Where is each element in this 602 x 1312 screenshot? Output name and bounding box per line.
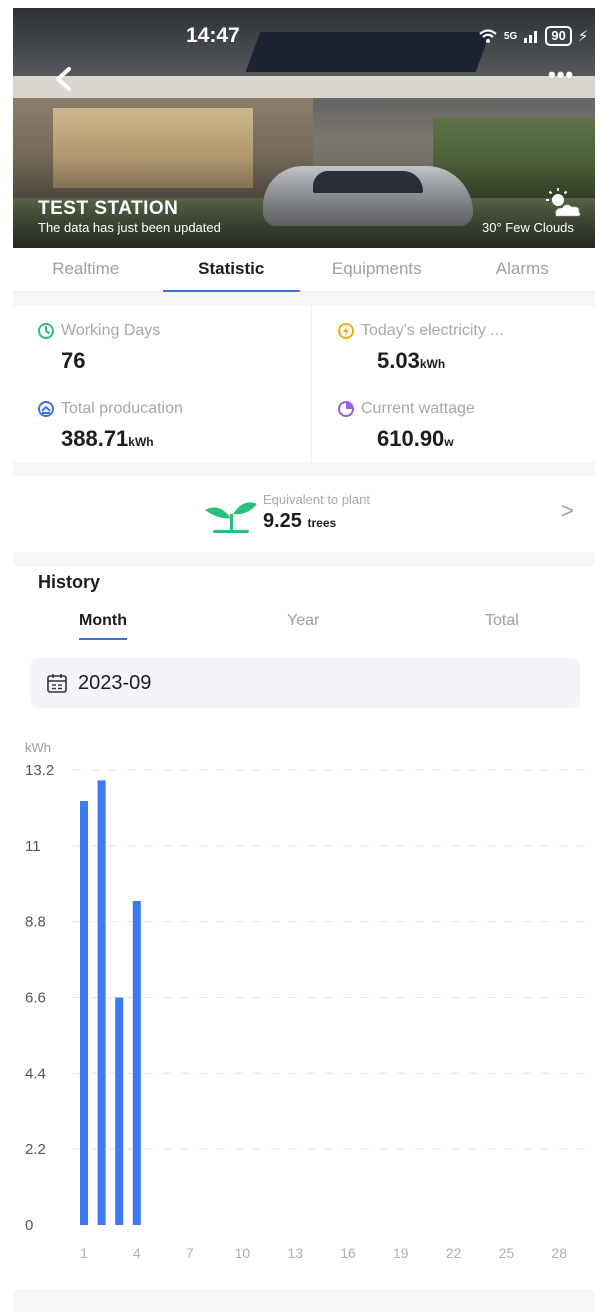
tab-realtime[interactable]: Realtime <box>13 248 159 291</box>
station-tabs: Realtime Statistic Equipments Alarms <box>13 248 595 292</box>
stat-label-row: Today's electricity ... <box>337 322 504 340</box>
stats-divider <box>311 306 312 462</box>
selected-date: 2023-09 <box>78 671 152 694</box>
x-tick-label: 10 <box>235 1245 251 1261</box>
more-options-button[interactable]: ••• <box>548 62 574 88</box>
x-tick-label: 4 <box>133 1245 141 1261</box>
bolt-icon <box>338 323 354 339</box>
stat-value: 388.71kWh <box>61 426 154 452</box>
stat-label-row: Working Days <box>37 322 160 340</box>
solar-panel-illustration <box>245 32 491 72</box>
equivalent-number: 9.25 <box>263 510 302 532</box>
stat-label: Current wattage <box>361 400 475 417</box>
stat-unit: kWh <box>128 435 154 449</box>
bar-day-1 <box>80 801 88 1225</box>
station-name: TEST STATION <box>38 198 179 219</box>
y-tick-label: 0 <box>25 1217 33 1234</box>
chevron-left-icon <box>56 67 71 91</box>
x-tick-label: 28 <box>551 1245 567 1261</box>
section-divider <box>13 292 595 306</box>
x-tick-label: 16 <box>340 1245 356 1261</box>
bar-day-3 <box>115 997 124 1225</box>
stat-label: Today's electricity ... <box>361 322 504 339</box>
stat-number: 388.71 <box>61 426 129 451</box>
stat-total-production: Total producation 388.71kWh <box>13 384 303 462</box>
history-range-tabs: Month Year Total <box>13 612 595 644</box>
stat-value: 610.90w <box>377 426 454 452</box>
stat-label: Total producation <box>61 400 183 417</box>
stats-grid: Working Days 76 Today's electricity ... … <box>13 306 595 462</box>
tab-month[interactable]: Month <box>79 612 127 640</box>
stat-working-days: Working Days 76 <box>13 306 303 384</box>
charging-icon: ⚡ <box>577 28 589 45</box>
weather-text: 30° Few Clouds <box>482 220 574 235</box>
y-tick-label: 8.8 <box>25 914 46 931</box>
chevron-right-icon: > <box>561 498 574 523</box>
stat-label-row: Total producation <box>37 400 183 418</box>
x-tick-label: 22 <box>446 1245 462 1261</box>
roof-illustration <box>13 76 595 98</box>
equivalent-trees-card[interactable]: Equivalent to plant 9.25 trees > <box>13 476 595 552</box>
tab-statistic[interactable]: Statistic <box>159 248 305 292</box>
y-tick-label: 2.2 <box>25 1141 46 1158</box>
bar-day-4 <box>132 900 141 1225</box>
equivalent-label: Equivalent to plant <box>263 492 370 507</box>
stat-number: 76 <box>61 348 86 373</box>
stat-number: 610.90 <box>377 426 445 451</box>
equivalent-value: 9.25 trees <box>263 510 336 533</box>
more-icon: ••• <box>548 62 575 87</box>
chart-svg: kWh 0 2.2 4.4 6.6 8.8 11 13.2 1 4 7 10 13 16 19 22 25 28 <box>25 740 593 1261</box>
stat-unit: kWh <box>419 357 446 371</box>
x-tick-label: 19 <box>393 1245 409 1261</box>
x-tick-label: 1 <box>80 1245 88 1261</box>
y-tick-label: 6.6 <box>25 990 46 1007</box>
tab-equipments[interactable]: Equipments <box>304 248 450 291</box>
update-status: The data has just been updated <box>38 220 221 235</box>
equivalent-unit: trees <box>307 516 337 530</box>
history-bar-chart: kWh 0 2.2 4.4 6.6 8.8 11 13.2 1 4 7 10 13 16 19 22 25 28 <box>13 730 595 1290</box>
stat-label-row: Current wattage <box>337 400 475 418</box>
network-indicator: 5G <box>504 30 518 42</box>
x-tick-label: 7 <box>186 1245 194 1261</box>
history-title: History <box>38 572 101 592</box>
section-divider <box>13 462 595 476</box>
date-picker[interactable]: 2023-09 <box>30 658 580 708</box>
bottom-spacer <box>13 1290 595 1312</box>
y-axis-label: kWh <box>25 740 51 755</box>
x-tick-label: 25 <box>499 1245 515 1261</box>
signal-icon <box>524 31 538 43</box>
stat-today-electricity: Today's electricity ... 5.03kWh <box>313 306 602 384</box>
pie-icon <box>338 401 354 417</box>
plant-icon <box>205 502 257 533</box>
stat-value: 5.03kWh <box>377 348 445 374</box>
status-time: 14:47 <box>186 24 240 47</box>
clock-icon <box>38 323 54 339</box>
y-tick-label: 4.4 <box>25 1065 46 1082</box>
stat-number: 5.03 <box>377 348 420 373</box>
y-tick-label: 11 <box>25 838 41 855</box>
stat-value: 76 <box>61 348 85 374</box>
tab-total[interactable]: Total <box>485 612 519 630</box>
stat-unit: w <box>444 435 454 449</box>
bar-day-2 <box>97 780 106 1225</box>
stat-current-wattage: Current wattage 610.90w <box>313 384 602 462</box>
section-divider <box>13 552 595 566</box>
wifi-icon <box>479 29 497 43</box>
y-tick-label: 13.2 <box>25 762 54 779</box>
gauge-icon <box>38 401 54 417</box>
calendar-icon <box>47 674 67 693</box>
tab-year[interactable]: Year <box>287 612 319 630</box>
stat-label: Working Days <box>61 322 161 339</box>
x-tick-label: 13 <box>287 1245 303 1261</box>
battery-indicator: 90 <box>545 26 572 46</box>
status-icons: 5G 90 ⚡ <box>478 26 588 46</box>
partly-cloudy-icon <box>546 188 581 217</box>
back-button[interactable] <box>50 64 80 94</box>
tab-alarms[interactable]: Alarms <box>450 248 596 291</box>
